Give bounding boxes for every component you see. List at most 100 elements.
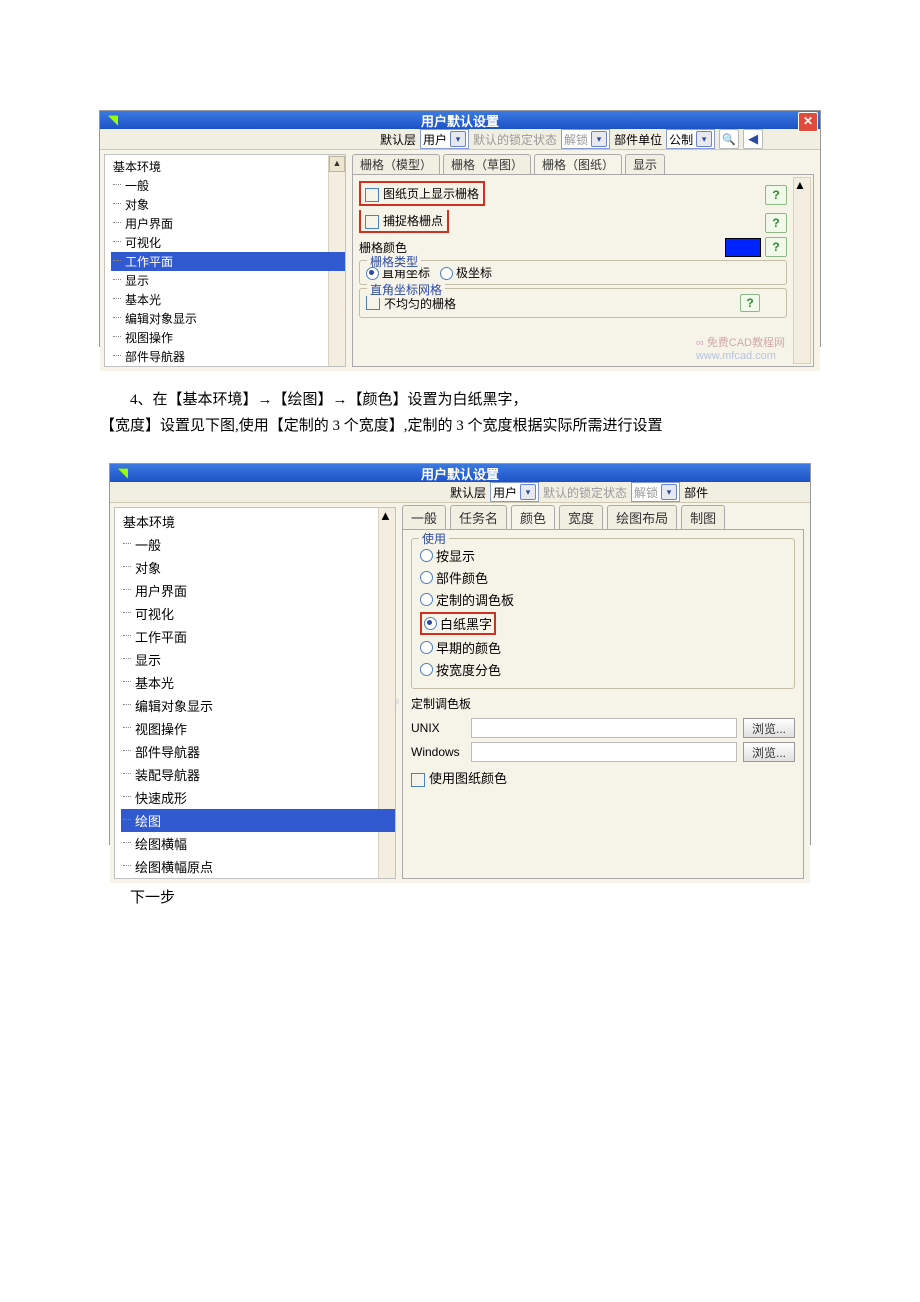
checkbox-snap-grid[interactable] bbox=[365, 215, 379, 229]
options-bar: 默认层 用户▾ 默认的锁定状态 解锁▾ 部件 bbox=[110, 482, 810, 503]
tab-drafting[interactable]: 制图 bbox=[681, 505, 725, 529]
tree-item-selected[interactable]: 工作平面 bbox=[111, 252, 345, 271]
chevron-down-icon: ▾ bbox=[661, 484, 677, 500]
tree-item[interactable]: 显示 bbox=[111, 271, 345, 290]
radio-legacy-color[interactable] bbox=[420, 641, 433, 654]
app-icon: ◥ bbox=[104, 111, 122, 129]
tree-item[interactable]: 绘图横幅 bbox=[121, 832, 395, 855]
title-bar: ◥ 用户默认设置 ✕ bbox=[100, 111, 820, 129]
tab-model-grid[interactable]: 栅格（模型） bbox=[352, 154, 440, 174]
color-swatch[interactable] bbox=[725, 238, 761, 257]
tree-item[interactable]: 对象 bbox=[111, 195, 345, 214]
screenshot-settings-1: ◥ 用户默认设置 ✕ 默认层 用户▾ 默认的锁定状态 解锁▾ 部件单位 公制▾ … bbox=[99, 110, 821, 347]
chevron-down-icon: ▾ bbox=[591, 131, 607, 147]
radio-custom-palette[interactable] bbox=[420, 593, 433, 606]
tree-item[interactable]: 对象 bbox=[121, 556, 395, 579]
radio-black-white[interactable] bbox=[424, 617, 437, 630]
level-select[interactable]: 用户▾ bbox=[490, 482, 539, 502]
tab-display[interactable]: 显示 bbox=[625, 154, 665, 174]
lock-label: 默认的锁定状态 bbox=[473, 131, 557, 148]
tree-item[interactable]: 一般 bbox=[121, 533, 395, 556]
tree-root[interactable]: 基本环境 bbox=[111, 157, 345, 176]
tab-bar: 一般 任务名 颜色 宽度 绘图布局 制图 bbox=[402, 507, 804, 529]
scroll-up-icon[interactable]: ▲ bbox=[794, 178, 810, 192]
checkbox-use-sheet-color[interactable] bbox=[411, 773, 425, 787]
part-label: 部件 bbox=[684, 484, 708, 501]
tab-width[interactable]: 宽度 bbox=[559, 505, 603, 529]
radio-cartesian[interactable] bbox=[366, 267, 379, 280]
chevron-down-icon: ▾ bbox=[450, 131, 466, 147]
tree-root[interactable]: 基本环境 bbox=[121, 510, 395, 533]
binoculars-icon[interactable]: 🔍 bbox=[719, 129, 739, 149]
radio-by-width[interactable] bbox=[420, 663, 433, 676]
use-group: 使用 按显示 部件颜色 定制的调色板 白纸黑字 早期的颜色 按宽度分色 bbox=[411, 538, 795, 689]
tree-item[interactable]: 装配导航器 bbox=[121, 763, 395, 786]
windows-path-input[interactable] bbox=[471, 742, 737, 762]
browse-button[interactable]: 浏览... bbox=[743, 742, 795, 762]
level-select[interactable]: 用户▾ bbox=[420, 129, 469, 149]
tree-item[interactable]: 部件导航器 bbox=[111, 347, 345, 366]
level-label: 默认层 bbox=[450, 484, 486, 501]
radio-polar[interactable] bbox=[440, 267, 453, 280]
document-text: 4、在【基本环境】→【绘图】→【颜色】设置为白纸黑字， 【宽度】设置见下图,使用… bbox=[100, 387, 800, 439]
tab-taskname[interactable]: 任务名 bbox=[450, 505, 507, 529]
cartesian-grid-group: 直角坐标网格 不均匀的栅格 ? bbox=[359, 288, 787, 318]
tree-item[interactable]: 基本光 bbox=[111, 290, 345, 309]
lock-select[interactable]: 解锁▾ bbox=[561, 129, 610, 149]
tab-general[interactable]: 一般 bbox=[402, 505, 446, 529]
title-bar: ◥ 用户默认设置 bbox=[110, 464, 810, 482]
checkbox-uneven-grid[interactable] bbox=[366, 296, 380, 310]
tree-item[interactable]: 用户界面 bbox=[121, 579, 395, 602]
tree-item[interactable]: 视图操作 bbox=[121, 717, 395, 740]
unix-path-input[interactable] bbox=[471, 718, 737, 738]
window-title: 用户默认设置 bbox=[421, 464, 499, 483]
tree-item[interactable]: 可视化 bbox=[111, 233, 345, 252]
close-icon[interactable]: ✕ bbox=[798, 112, 818, 132]
tree-item-selected[interactable]: 绘图 bbox=[121, 809, 395, 832]
group-title: 使用 bbox=[419, 530, 449, 547]
tree-item[interactable]: 绘图横幅原点 bbox=[121, 855, 395, 878]
help-icon[interactable]: ? bbox=[765, 185, 787, 205]
tab-drawing-grid[interactable]: 栅格（图纸） bbox=[534, 154, 622, 174]
radio-by-display[interactable] bbox=[420, 549, 433, 562]
highlight-box: 图纸页上显示栅格 bbox=[359, 181, 485, 206]
checkbox-show-grid[interactable] bbox=[365, 188, 379, 202]
browse-button[interactable]: 浏览... bbox=[743, 718, 795, 738]
help-icon[interactable]: ? bbox=[765, 213, 787, 233]
unix-label: UNIX bbox=[411, 721, 465, 735]
tree-item[interactable]: 编辑对象显示 bbox=[121, 694, 395, 717]
tree-item[interactable]: 部件导航器 bbox=[121, 740, 395, 763]
radio-part-color[interactable] bbox=[420, 571, 433, 584]
tab-color[interactable]: 颜色 bbox=[511, 505, 555, 529]
unit-label: 部件单位 bbox=[614, 131, 662, 148]
tab-layout[interactable]: 绘图布局 bbox=[607, 505, 677, 529]
category-tree[interactable]: ▲ 基本环境 一般 对象 用户界面 可视化 工作平面 显示 基本光 编辑对象显示… bbox=[114, 507, 396, 879]
chevron-down-icon: ▾ bbox=[696, 131, 712, 147]
tree-item[interactable]: 用户界面 bbox=[111, 214, 345, 233]
scrollbar[interactable]: ▲ bbox=[793, 177, 811, 364]
help-icon[interactable]: ? bbox=[765, 237, 787, 257]
tree-item[interactable]: 基本光 bbox=[121, 671, 395, 694]
tree-item[interactable]: 一般 bbox=[111, 176, 345, 195]
tree-item[interactable]: 可视化 bbox=[121, 602, 395, 625]
unit-select[interactable]: 公制▾ bbox=[666, 129, 715, 149]
flag-icon[interactable]: ◀ bbox=[743, 129, 763, 149]
tree-item[interactable]: 视图操作 bbox=[111, 328, 345, 347]
tree-item[interactable]: 工作平面 bbox=[121, 625, 395, 648]
lock-label: 默认的锁定状态 bbox=[543, 484, 627, 501]
app-icon: ◥ bbox=[114, 464, 132, 482]
tree-item[interactable]: 快速成形 bbox=[121, 786, 395, 809]
lock-select[interactable]: 解锁▾ bbox=[631, 482, 680, 502]
category-tree[interactable]: ▲ 基本环境 一般 对象 用户界面 可视化 工作平面 显示 基本光 编辑对象显示… bbox=[104, 154, 346, 367]
tab-sketch-grid[interactable]: 栅格（草图） bbox=[443, 154, 531, 174]
screenshot-settings-2: ◥ 用户默认设置 默认层 用户▾ 默认的锁定状态 解锁▾ 部件 www.bdoc… bbox=[109, 463, 811, 845]
tab-panel: ▲ 图纸页上显示栅格 ? 捕捉格栅点 ? 栅格颜色 bbox=[352, 174, 814, 367]
tree-item[interactable]: 显示 bbox=[121, 648, 395, 671]
window-title: 用户默认设置 bbox=[421, 111, 499, 130]
chevron-down-icon: ▾ bbox=[520, 484, 536, 500]
highlight-box: 白纸黑字 bbox=[420, 612, 496, 635]
windows-label: Windows bbox=[411, 745, 465, 759]
tree-item[interactable]: 编辑对象显示 bbox=[111, 309, 345, 328]
help-icon[interactable]: ? bbox=[740, 294, 760, 312]
tab-panel: 使用 按显示 部件颜色 定制的调色板 白纸黑字 早期的颜色 按宽度分色 定制调色… bbox=[402, 529, 804, 879]
